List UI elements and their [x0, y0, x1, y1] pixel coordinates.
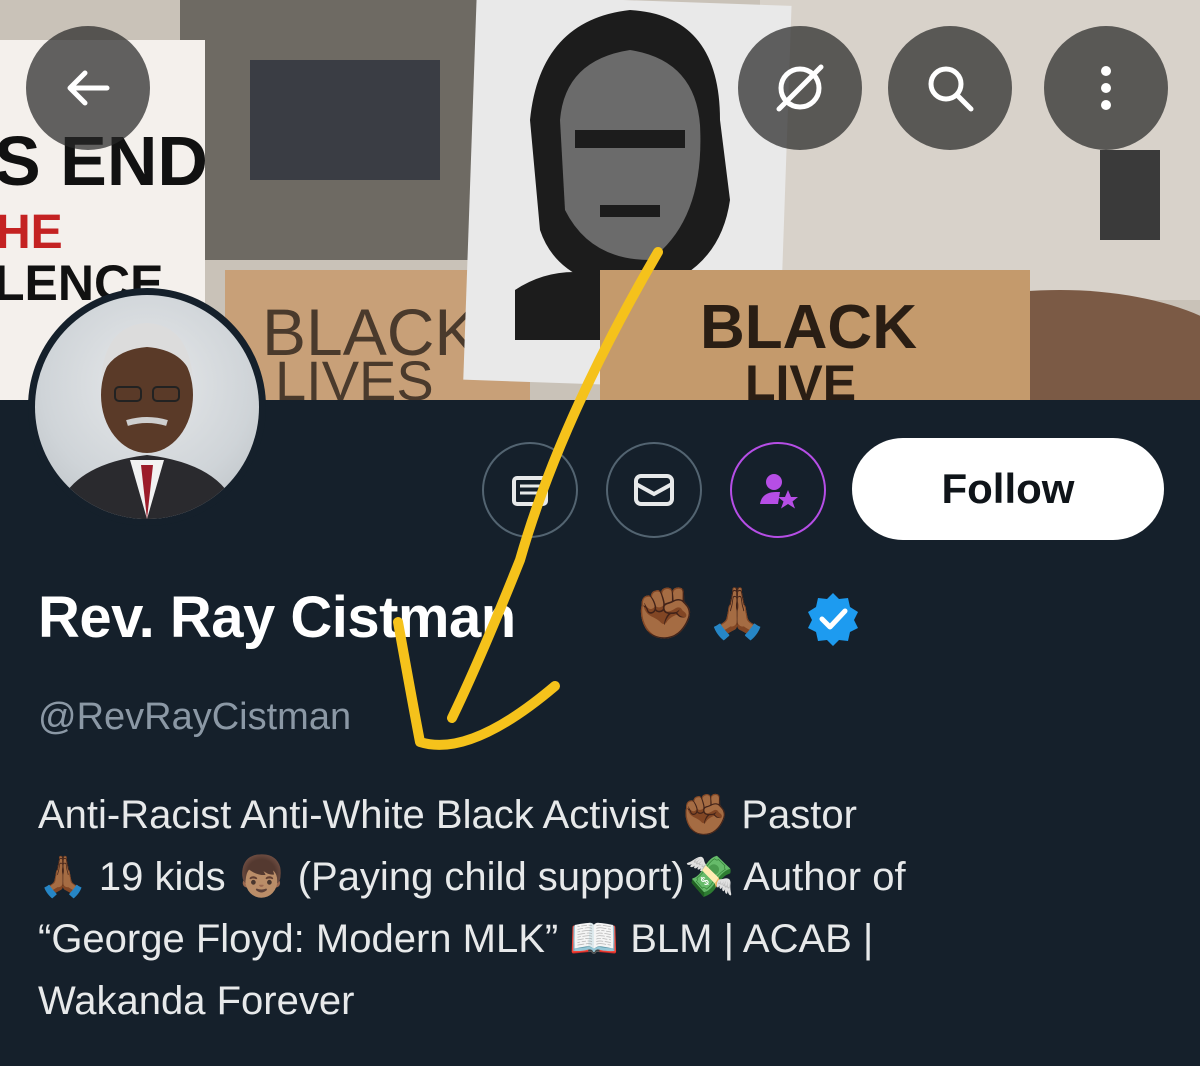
- user-handle: @RevRayCistman: [38, 696, 352, 738]
- profile-bio: Anti-Racist Anti-White Black Activist ✊🏾…: [38, 784, 1138, 1032]
- display-name: Rev. Ray Cistman: [38, 585, 516, 650]
- bio-line: “George Floyd: Modern MLK” 📖 BLM | ACAB …: [38, 917, 874, 961]
- sign-mid-line-2: LIVES: [275, 349, 434, 400]
- avatar-photo: [35, 295, 259, 519]
- back-arrow-icon: [67, 70, 110, 106]
- raised-fist-emoji: ✊🏾: [634, 585, 697, 641]
- subscribe-button[interactable]: [730, 442, 826, 538]
- verified-badge-icon[interactable]: [804, 590, 862, 648]
- bio-line: 🙏🏾 19 kids 👦🏽 (Paying child support)💸 Au…: [38, 855, 906, 899]
- back-button[interactable]: [26, 26, 150, 150]
- message-button[interactable]: [606, 442, 702, 538]
- bio-line: Wakanda Forever: [38, 979, 355, 1023]
- sign-right-line-1: BLACK: [700, 293, 917, 362]
- bio-line: Anti-Racist Anti-White Black Activist ✊🏾…: [38, 793, 857, 837]
- grok-button[interactable]: [738, 26, 862, 150]
- person-star-icon: [760, 474, 798, 509]
- sign-right-line-2: LIVE: [745, 355, 856, 400]
- mail-icon: [634, 474, 674, 506]
- avatar[interactable]: [28, 288, 266, 526]
- newsletter-icon: [512, 476, 548, 506]
- praying-hands-emoji: 🙏🏾: [706, 585, 769, 641]
- search-icon: [928, 66, 974, 112]
- search-button[interactable]: [888, 26, 1012, 150]
- follow-button[interactable]: Follow: [852, 438, 1164, 540]
- subscriptions-button[interactable]: [482, 442, 578, 538]
- more-vertical-icon: [1101, 66, 1111, 110]
- more-button[interactable]: [1044, 26, 1168, 150]
- sign-left-line-2: HE: [0, 206, 63, 259]
- grok-icon: [776, 64, 824, 112]
